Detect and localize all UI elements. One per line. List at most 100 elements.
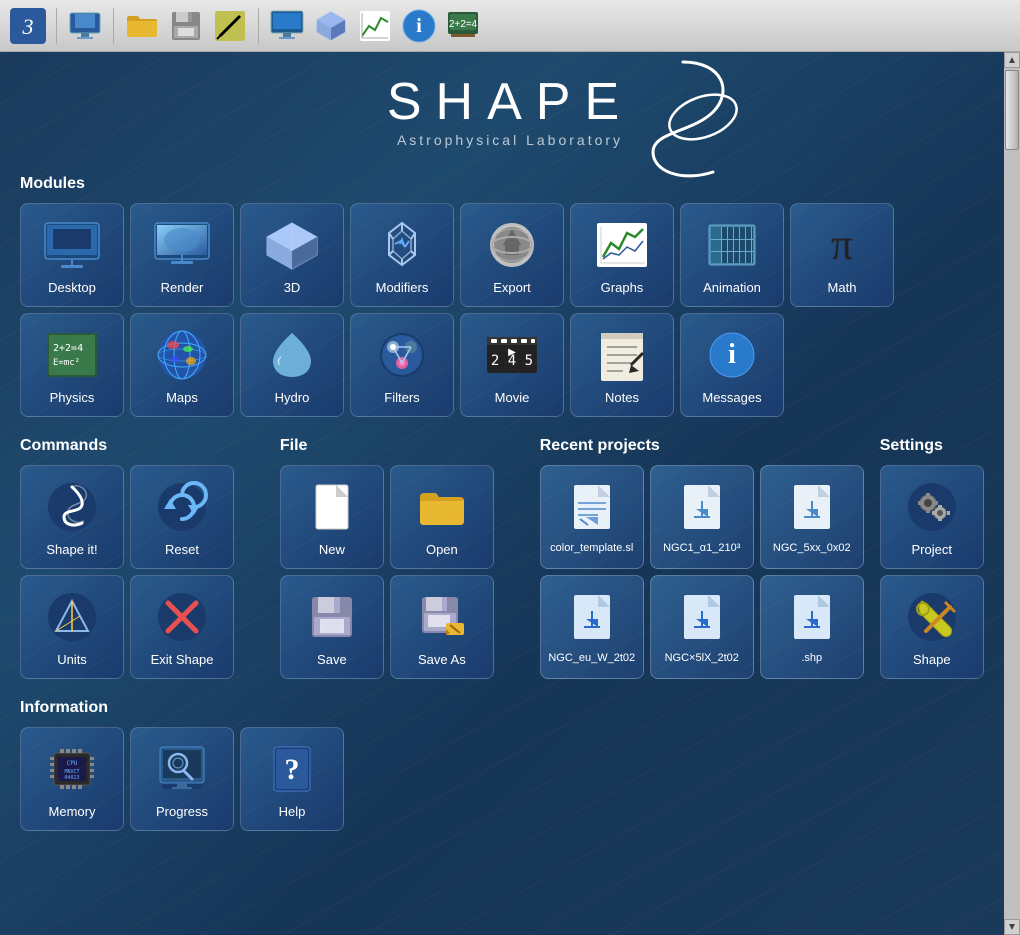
cmd-shape-it-label: Shape it!: [46, 542, 97, 557]
main-content: SHAPE Astrophysical Laboratory Modules: [0, 52, 1020, 935]
maps-icon: [153, 326, 211, 384]
scroll-up-btn[interactable]: [1004, 52, 1020, 68]
logo-area: SHAPE Astrophysical Laboratory: [20, 72, 1000, 150]
shape-logo-btn[interactable]: 3: [8, 6, 48, 46]
toolbar-sep-3: [258, 8, 259, 44]
module-modifiers-label: Modifiers: [376, 280, 429, 295]
cmd-reset-label: Reset: [165, 542, 199, 557]
recent-ngc5xx-icon: [786, 481, 838, 538]
toolbar-monitor-btn[interactable]: [65, 6, 105, 46]
help-icon: ?: [263, 740, 321, 798]
toolbar-chalkboard-btn[interactable]: 2+2=4: [443, 6, 483, 46]
settings-section: Settings: [880, 437, 1000, 679]
settings-shape[interactable]: Shape: [880, 575, 984, 679]
recent-ngc5xx-label: NGC_5xx_0x02: [769, 542, 855, 554]
info-progress[interactable]: Progress: [130, 727, 234, 831]
module-physics[interactable]: 2+2=4 E=mc² Physics: [20, 313, 124, 417]
module-movie[interactable]: 2 4 5 ▶ Movie: [460, 313, 564, 417]
file-save[interactable]: Save: [280, 575, 384, 679]
bottom-row: Commands Shape it!: [20, 437, 1000, 679]
module-math-label: Math: [828, 280, 857, 295]
module-animation-label: Animation: [703, 280, 761, 295]
file-new[interactable]: New: [280, 465, 384, 569]
hydro-icon: [263, 326, 321, 384]
movie-icon: 2 4 5 ▶: [483, 326, 541, 384]
info-help-label: Help: [279, 804, 306, 819]
module-filters[interactable]: Filters: [350, 313, 454, 417]
recent-ngc1-label: NGC1_α1_210³: [659, 542, 744, 554]
wrench-icon: [903, 588, 961, 646]
recent-ngc5lx-icon: [676, 591, 728, 648]
module-math[interactable]: π Math: [790, 203, 894, 307]
module-export[interactable]: Export: [460, 203, 564, 307]
exit-icon: [153, 588, 211, 646]
toolbar-edit-btn[interactable]: [210, 6, 250, 46]
module-animation[interactable]: Animation: [680, 203, 784, 307]
units-icon: [43, 588, 101, 646]
info-memory[interactable]: CPU MNVCT 04023 Memory: [20, 727, 124, 831]
module-maps-label: Maps: [166, 390, 198, 405]
recent-ngc-eu-label: NGC_eu_W_2t02: [544, 652, 639, 664]
settings-project[interactable]: Project: [880, 465, 984, 569]
module-filters-label: Filters: [384, 390, 419, 405]
info-help[interactable]: ? Help: [240, 727, 344, 831]
file-save-label: Save: [317, 652, 347, 667]
recent-ngc1-icon: [676, 481, 728, 538]
module-render-label: Render: [161, 280, 204, 295]
file-save-as[interactable]: Save As: [390, 575, 494, 679]
toolbar-sep-2: [113, 8, 114, 44]
render-icon: [153, 216, 211, 274]
module-3d[interactable]: 3D: [240, 203, 344, 307]
recent-ngc5lx[interactable]: NGC×5lX_2t02: [650, 575, 754, 679]
modules-title: Modules: [20, 175, 1000, 193]
physics-icon: 2+2=4 E=mc²: [43, 326, 101, 384]
cmd-shape-it[interactable]: Shape it!: [20, 465, 124, 569]
module-hydro[interactable]: Hydro: [240, 313, 344, 417]
svg-text:E=mc²: E=mc²: [53, 358, 80, 368]
module-render[interactable]: Render: [130, 203, 234, 307]
toolbar-floppy-btn[interactable]: [166, 6, 206, 46]
module-messages-label: Messages: [702, 390, 761, 405]
recent-ngc1[interactable]: NGC1_α1_210³: [650, 465, 754, 569]
information-section: Information: [20, 699, 1000, 831]
toolbar-cube-btn[interactable]: [311, 6, 351, 46]
scroll-thumb[interactable]: [1005, 70, 1019, 150]
module-notes[interactable]: Notes: [570, 313, 674, 417]
cmd-units[interactable]: Units: [20, 575, 124, 679]
module-desktop[interactable]: Desktop: [20, 203, 124, 307]
recent-shp-label: .shp: [797, 652, 826, 664]
recent-shp[interactable]: .shp: [760, 575, 864, 679]
module-messages[interactable]: i Messages: [680, 313, 784, 417]
recent-ngc-eu[interactable]: NGC_eu_W_2t02: [540, 575, 644, 679]
toolbar-graph-btn[interactable]: [355, 6, 395, 46]
recent-ngc5xx[interactable]: NGC_5xx_0x02: [760, 465, 864, 569]
file-title: File: [280, 437, 524, 455]
recent-color-template[interactable]: color_template.sl: [540, 465, 644, 569]
toolbar-info-btn[interactable]: i: [399, 6, 439, 46]
module-modifiers[interactable]: Modifiers: [350, 203, 454, 307]
settings-project-label: Project: [912, 542, 952, 557]
module-3d-label: 3D: [284, 280, 301, 295]
file-new-label: New: [319, 542, 345, 557]
module-physics-label: Physics: [50, 390, 95, 405]
recent-doc-icon: [566, 481, 618, 538]
desktop-icon: [43, 216, 101, 274]
graphs-icon: [593, 216, 651, 274]
cmd-exit-shape[interactable]: Exit Shape: [130, 575, 234, 679]
gears-icon: [903, 478, 961, 536]
scroll-down-btn[interactable]: [1004, 919, 1020, 935]
module-graphs[interactable]: Graphs: [570, 203, 674, 307]
cmd-units-label: Units: [57, 652, 87, 667]
commands-items: Shape it! Reset: [20, 465, 264, 679]
svg-text:i: i: [728, 339, 736, 370]
toolbar-monitor2-btn[interactable]: [267, 6, 307, 46]
toolbar-folder-btn[interactable]: [122, 6, 162, 46]
recent-ngc5lx-label: NGC×5lX_2t02: [661, 652, 743, 664]
scrollbar[interactable]: [1004, 52, 1020, 935]
cmd-exit-label: Exit Shape: [151, 652, 214, 667]
messages-icon: i: [703, 326, 761, 384]
new-doc-icon: [303, 478, 361, 536]
file-open[interactable]: Open: [390, 465, 494, 569]
module-maps[interactable]: Maps: [130, 313, 234, 417]
cmd-reset[interactable]: Reset: [130, 465, 234, 569]
